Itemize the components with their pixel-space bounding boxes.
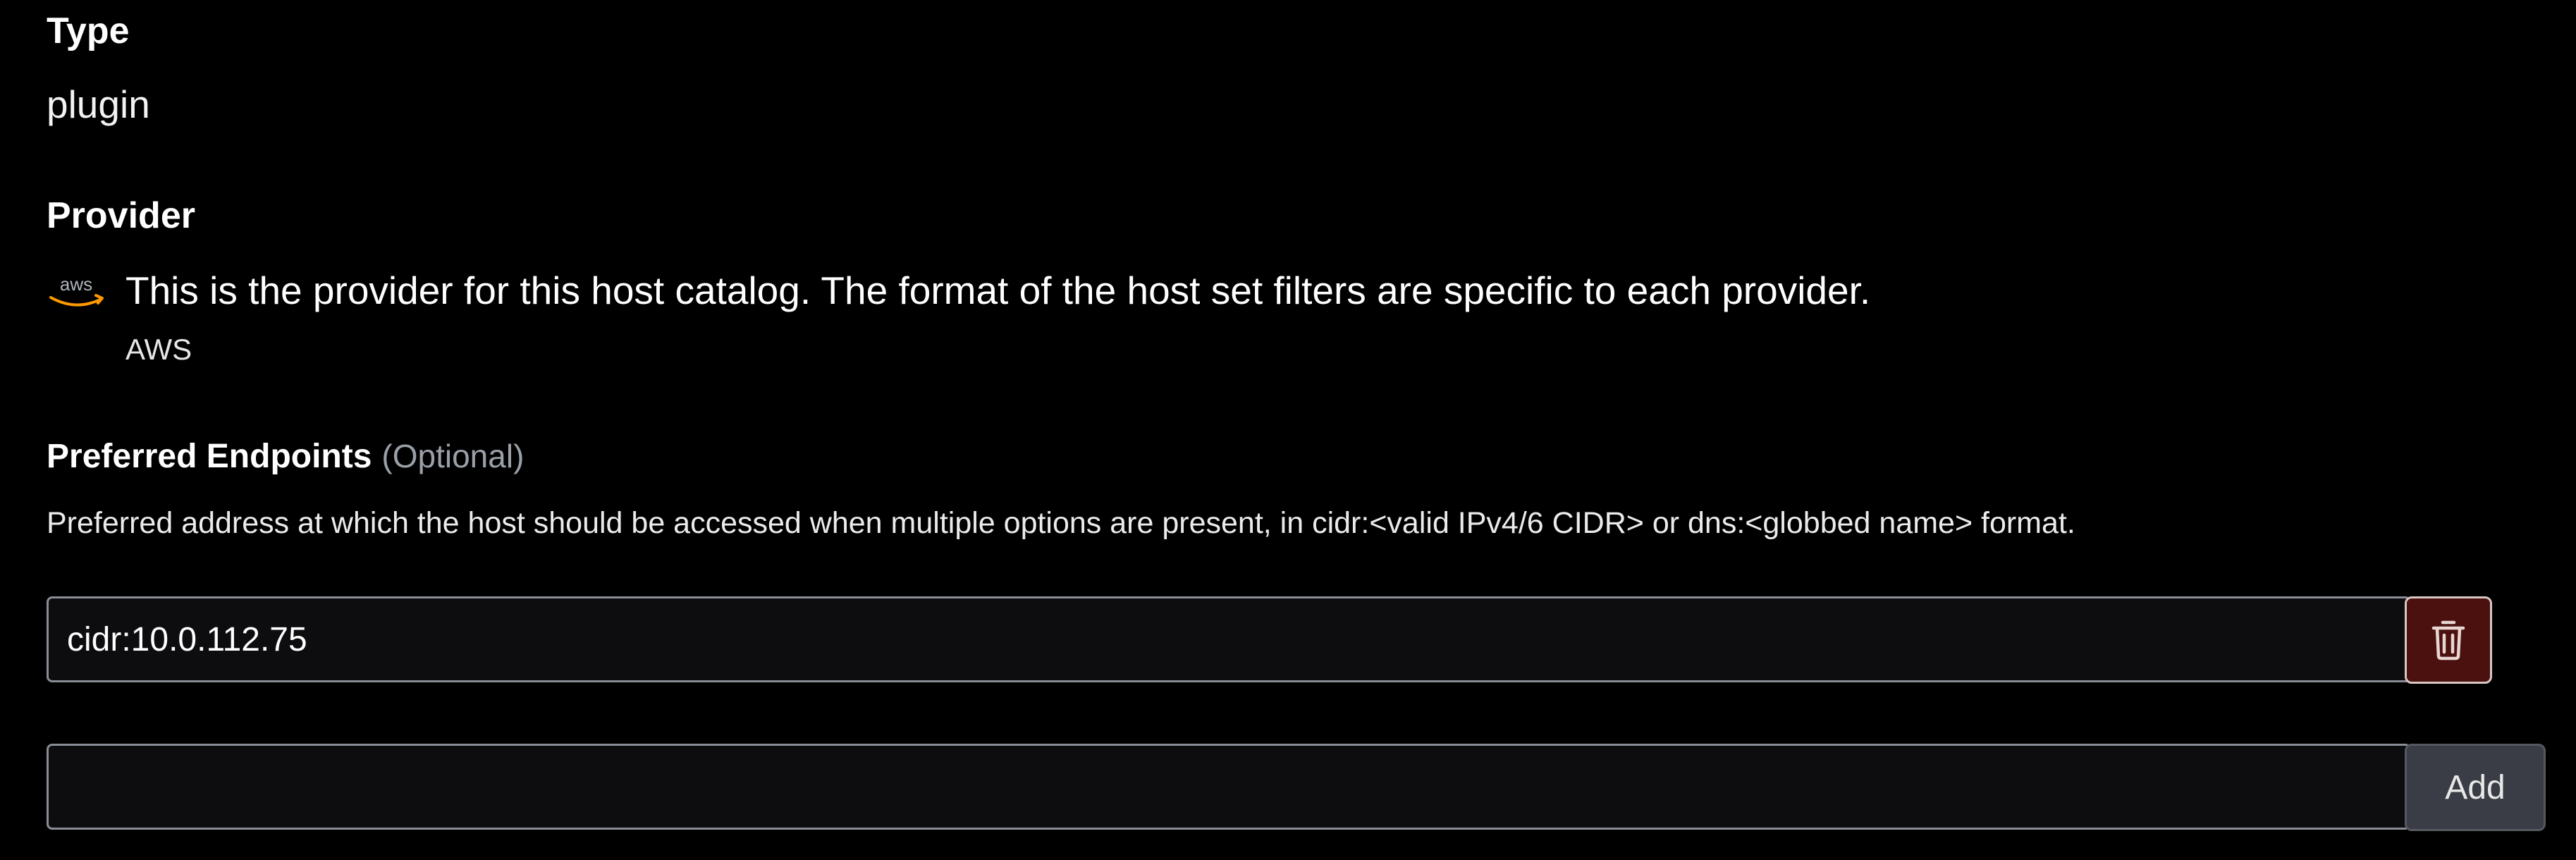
provider-description: This is the provider for this host catal… xyxy=(125,269,1871,312)
optional-tag: (Optional) xyxy=(381,438,525,474)
preferred-endpoints-label-row: Preferred Endpoints (Optional) xyxy=(47,437,524,476)
endpoint-input-1[interactable] xyxy=(47,596,2411,682)
type-value: plugin xyxy=(47,82,150,126)
provider-row: aws This is the provider for this host c… xyxy=(47,265,2161,378)
host-catalog-details: Type plugin Provider aws This is the pro… xyxy=(47,0,2546,860)
add-endpoint-button[interactable]: Add xyxy=(2405,744,2546,831)
provider-label: Provider xyxy=(47,195,195,236)
trash-icon xyxy=(2431,620,2465,661)
aws-logo-icon: aws xyxy=(49,274,104,307)
svg-text:aws: aws xyxy=(60,274,92,295)
delete-endpoint-button[interactable] xyxy=(2405,596,2492,684)
provider-name: AWS xyxy=(125,333,192,366)
preferred-endpoints-label: Preferred Endpoints xyxy=(47,438,372,475)
preferred-endpoints-help-text: Preferred address at which the host shou… xyxy=(47,506,2075,540)
type-label: Type xyxy=(47,11,130,51)
new-endpoint-input[interactable] xyxy=(47,744,2411,830)
